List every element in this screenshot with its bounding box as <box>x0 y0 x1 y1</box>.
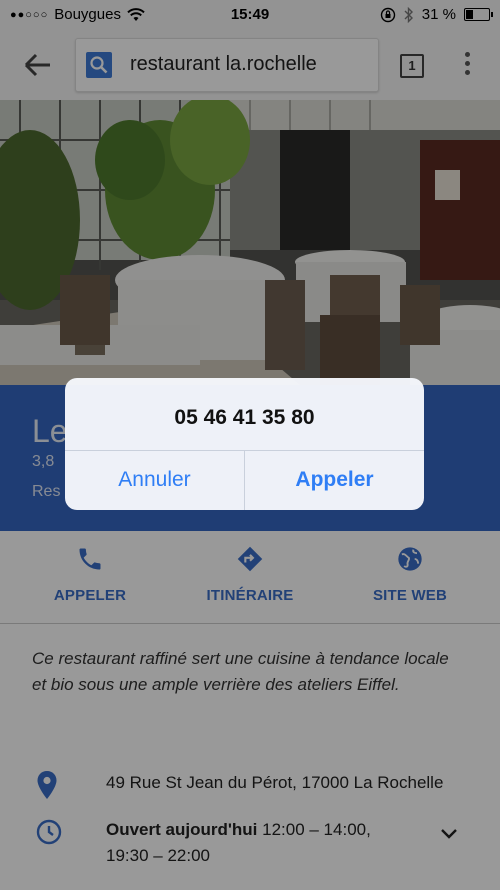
call-button[interactable]: Appeler <box>245 450 424 510</box>
cancel-button[interactable]: Annuler <box>65 450 244 510</box>
dialog-phone-number: 05 46 41 35 80 <box>174 406 315 429</box>
call-confirmation-dialog: 05 46 41 35 80 Annuler Appeler <box>65 378 424 510</box>
